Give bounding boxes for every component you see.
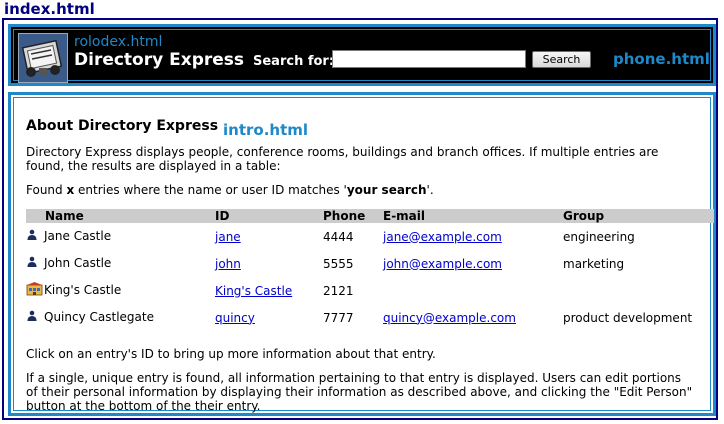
id-cell: john	[215, 250, 323, 277]
description-text: Directory Express displays people, confe…	[26, 145, 659, 173]
file-label: index.html	[4, 0, 95, 18]
email-cell: quincy@example.com	[383, 304, 563, 331]
rolodex-logo-icon[interactable]	[18, 33, 68, 83]
table-row: Jane Castle jane 4444 jane@example.com e…	[26, 223, 714, 250]
entry-id-link[interactable]: john	[215, 257, 241, 271]
intro-link[interactable]: intro.html	[223, 121, 308, 139]
single-entry-note: If a single, unique entry is found, all …	[26, 371, 693, 413]
header-inner: rolodex.html Directory Express Search fo…	[13, 29, 711, 83]
rolodex-link[interactable]: rolodex.html	[74, 34, 162, 50]
entry-name: John Castle	[44, 256, 112, 270]
entry-email-link[interactable]: quincy@example.com	[383, 311, 516, 325]
group-cell: marketing	[563, 256, 625, 271]
phone-link[interactable]: phone.html	[613, 50, 710, 68]
search-label: Search for:	[253, 54, 335, 69]
found-search-term: your search	[346, 183, 427, 197]
entry-name: Jane Castle	[44, 229, 112, 243]
search-button[interactable]: Search	[532, 51, 591, 68]
id-cell: King's Castle	[215, 277, 323, 304]
content-frame: About Directory Express intro.html Direc…	[8, 92, 716, 416]
found-middle: entries where the name or user ID matche…	[74, 183, 347, 197]
click-note: Click on an entry's ID to bring up more …	[26, 347, 436, 361]
entry-name: Quincy Castlegate	[44, 310, 154, 324]
header-bar: rolodex.html Directory Express Search fo…	[8, 24, 716, 86]
entry-email-link[interactable]: jane@example.com	[383, 230, 502, 244]
search-input[interactable]	[332, 50, 526, 68]
phone-cell: 5555	[323, 256, 354, 271]
entry-id-link[interactable]: King's Castle	[215, 284, 292, 298]
name-cell: John Castle	[26, 250, 215, 277]
entry-id-link[interactable]: jane	[215, 230, 241, 244]
id-cell: jane	[215, 223, 323, 250]
group-cell: engineering	[563, 229, 635, 244]
email-cell: jane@example.com	[383, 223, 563, 250]
table-header-row: Name ID Phone E-mail Group	[26, 209, 714, 223]
group-cell	[563, 277, 714, 304]
content-inner: About Directory Express intro.html Direc…	[13, 97, 714, 413]
entry-email-link[interactable]: john@example.com	[383, 257, 502, 271]
found-prefix: Found	[26, 183, 67, 197]
found-summary: Found x entries where the name or user I…	[26, 183, 696, 197]
header-group: Group	[563, 209, 714, 223]
email-cell	[383, 277, 563, 304]
person-icon	[26, 256, 42, 271]
building-icon	[26, 282, 43, 299]
page-title: About Directory Express	[26, 118, 219, 134]
entry-name: King's Castle	[44, 283, 122, 297]
person-icon	[26, 310, 42, 325]
results-table: Name ID Phone E-mail Group Jane Castle j…	[26, 209, 714, 331]
entry-id-link[interactable]: quincy	[215, 311, 255, 325]
header-email: E-mail	[383, 209, 563, 223]
header-id: ID	[215, 209, 323, 223]
header-name: Name	[26, 209, 215, 223]
id-cell: quincy	[215, 304, 323, 331]
phone-cell: 2121	[323, 283, 354, 298]
phone-cell: 7777	[323, 310, 354, 325]
group-cell: product development	[563, 310, 693, 325]
table-row: John Castle john 5555 john@example.com m…	[26, 250, 714, 277]
header-phone: Phone	[323, 209, 383, 223]
phone-cell: 4444	[323, 229, 354, 244]
table-row: King's Castle King's Castle 2121	[26, 277, 714, 304]
name-cell: Quincy Castlegate	[26, 304, 215, 331]
email-cell: john@example.com	[383, 250, 563, 277]
name-cell: King's Castle	[26, 277, 215, 304]
found-suffix: '.	[426, 183, 434, 197]
name-cell: Jane Castle	[26, 223, 215, 250]
table-row: Quincy Castlegate quincy 7777 quincy@exa…	[26, 304, 714, 331]
person-icon	[26, 229, 42, 244]
app-title: Directory Express	[74, 50, 245, 70]
